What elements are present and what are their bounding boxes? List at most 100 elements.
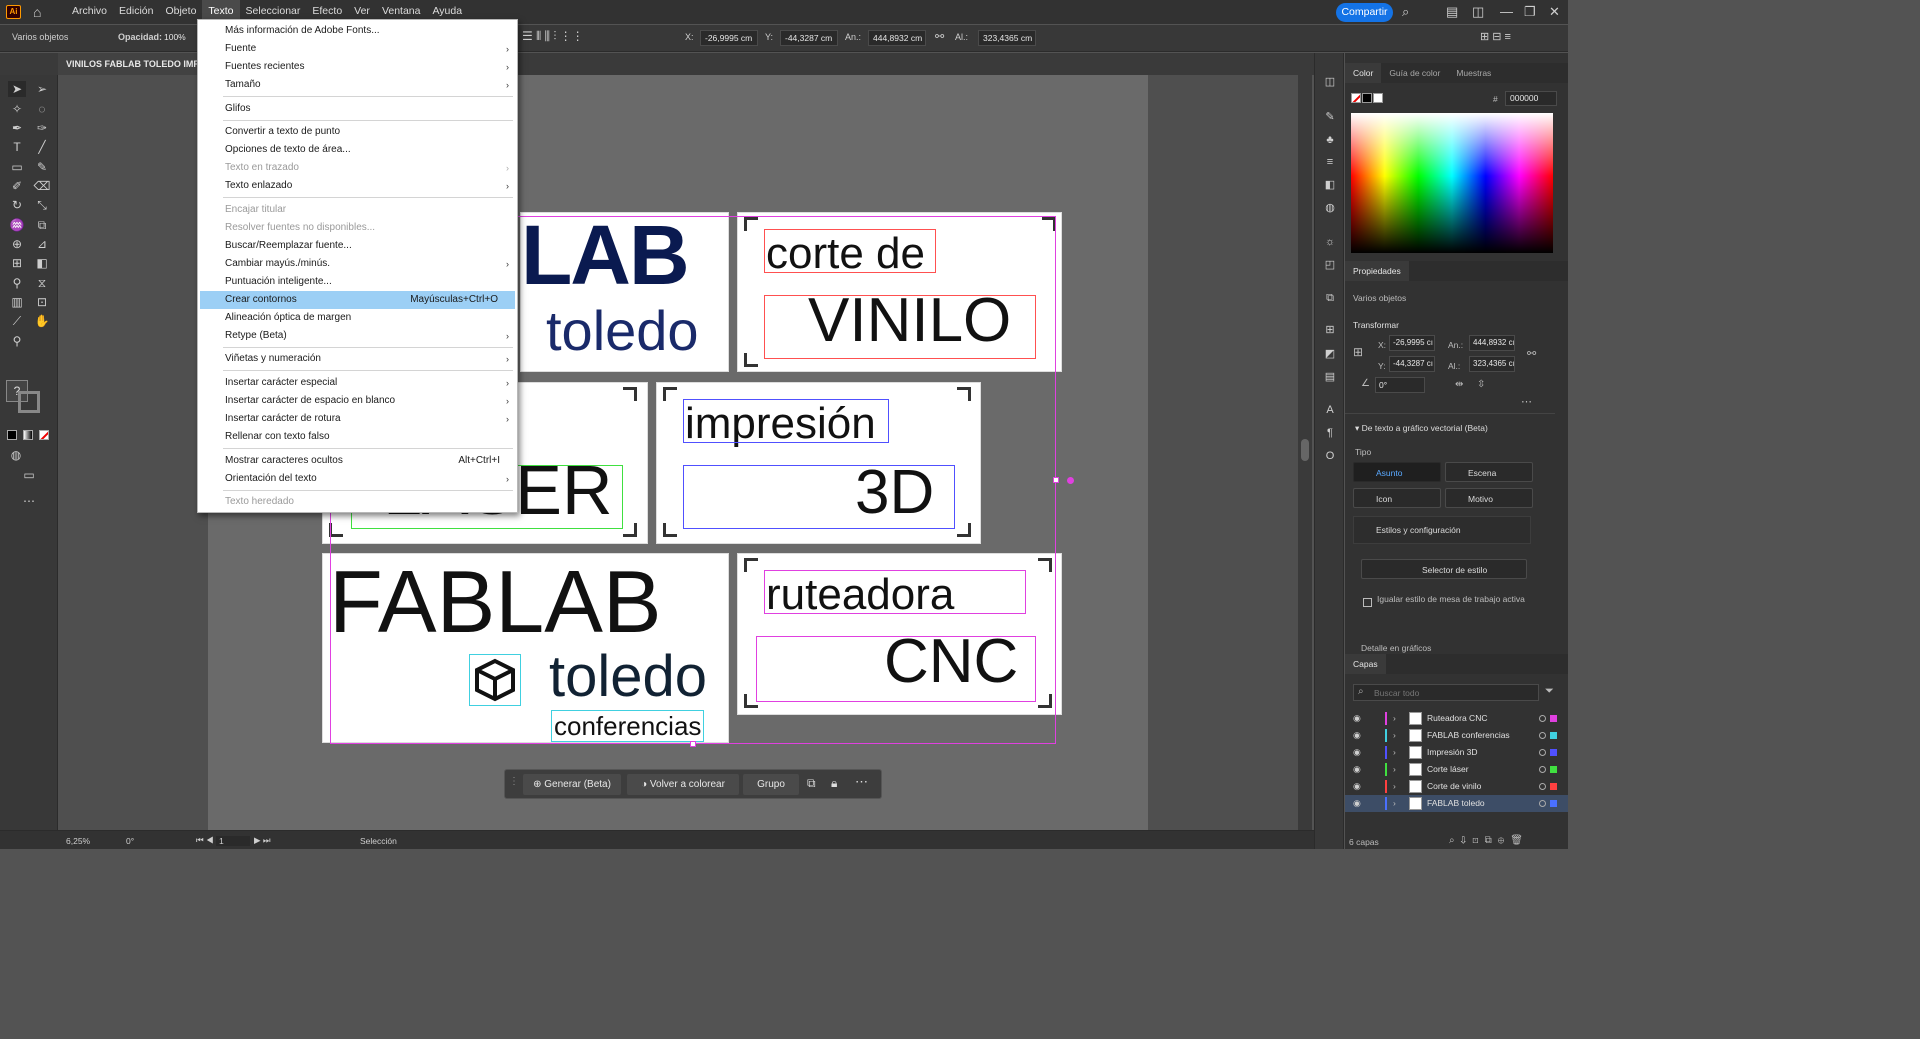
pen-tool-icon[interactable]: ✒ xyxy=(8,120,26,136)
tab-swatches[interactable]: Muestras xyxy=(1448,63,1499,83)
flip-horizontal-icon[interactable]: ⇹ xyxy=(1455,379,1463,390)
pathfinder-icon[interactable]: ◩ xyxy=(1323,347,1337,361)
layer-row[interactable]: ◉ › FABLAB toledo xyxy=(1345,795,1568,812)
canvas-vertical-scrollbar[interactable] xyxy=(1298,75,1312,830)
transparency-icon[interactable]: ◍ xyxy=(1323,201,1337,215)
lasso-icon[interactable]: ◌ xyxy=(33,101,51,117)
hand-tool-icon[interactable]: ✋ xyxy=(33,313,51,329)
slice-tool-icon[interactable]: ⟋ xyxy=(8,313,26,329)
menu-item-caracteres-ocultos[interactable]: Mostrar caracteres ocultos Alt+Ctrl+I xyxy=(198,452,517,470)
menu-archivo[interactable]: Archivo xyxy=(66,0,113,24)
screen-mode-icon[interactable]: ▭ xyxy=(20,467,38,483)
filter-icon[interactable]: ⏷ xyxy=(1545,685,1554,698)
tab-color[interactable]: Color xyxy=(1345,63,1382,83)
visibility-icon[interactable]: ◉ xyxy=(1353,710,1361,727)
chevron-right-icon[interactable]: › xyxy=(1393,744,1396,761)
artboard-tool-icon[interactable]: ⊡ xyxy=(33,294,51,310)
stroke-swatch[interactable] xyxy=(18,391,40,413)
rotate-tool-icon[interactable]: ↻ xyxy=(8,197,26,213)
character-icon[interactable]: A xyxy=(1323,403,1337,417)
layer-row[interactable]: ◉ › Corte láser xyxy=(1345,761,1568,778)
tab-layers[interactable]: Capas xyxy=(1345,654,1386,674)
layer-row[interactable]: ◉ › Corte de vinilo xyxy=(1345,778,1568,795)
align-icon[interactable]: ☰ ⫴ ⫼ ⫶ ⋮⋮ xyxy=(522,29,584,44)
opacity-field[interactable]: 100% xyxy=(160,30,196,46)
align-icon[interactable]: ⊞ xyxy=(1323,323,1337,337)
rotate-handle[interactable] xyxy=(1067,477,1074,484)
link-icon[interactable]: ⚯ xyxy=(935,30,944,43)
graphic-styles-icon[interactable]: ◰ xyxy=(1323,258,1337,272)
zoom-tool-icon[interactable]: ⚲ xyxy=(8,333,26,349)
arrange-icon[interactable]: ◫ xyxy=(1472,4,1484,20)
w-field[interactable]: 444,8932 cm xyxy=(868,30,926,46)
y-field[interactable]: -44,3287 cm xyxy=(780,30,838,46)
menu-item-texto-enlazado[interactable]: Texto enlazado › xyxy=(198,177,517,195)
close-icon[interactable]: ✕ xyxy=(1549,4,1560,20)
minimize-icon[interactable]: — xyxy=(1500,4,1513,19)
chevron-right-icon[interactable]: › xyxy=(1393,778,1396,795)
h-field[interactable]: 323,4365 cm xyxy=(978,30,1036,46)
type-tool-icon[interactable]: T xyxy=(8,139,26,155)
menu-item-espacio-blanco[interactable]: Insertar carácter de espacio en blanco › xyxy=(198,392,517,410)
angle-field[interactable]: 0° xyxy=(1375,377,1425,393)
style-selector-button[interactable]: Selector de estilo xyxy=(1361,559,1527,579)
type-subject-button[interactable]: Asunto xyxy=(1353,462,1441,482)
selection-handle[interactable] xyxy=(1053,477,1059,483)
drag-handle[interactable]: ⋮ xyxy=(509,776,519,794)
scroll-thumb[interactable] xyxy=(1301,439,1309,461)
paragraph-icon[interactable]: ¶ xyxy=(1323,426,1337,440)
eyedropper-icon[interactable]: ⚲ xyxy=(8,275,26,291)
target-icon[interactable] xyxy=(1539,800,1546,807)
rectangle-tool-icon[interactable]: ▭ xyxy=(8,159,26,175)
tab-color-guide[interactable]: Guía de color xyxy=(1381,63,1448,83)
brush-tool-icon[interactable]: ✎ xyxy=(33,159,51,175)
x-field[interactable]: -26,9995 cm xyxy=(700,30,758,46)
symbols-icon[interactable]: ♣ xyxy=(1323,133,1337,147)
target-icon[interactable] xyxy=(1539,749,1546,756)
chevron-right-icon[interactable]: › xyxy=(1393,727,1396,744)
prop-w-field[interactable]: 444,8932 cı xyxy=(1469,335,1515,351)
color-mode-icon[interactable] xyxy=(7,430,17,440)
menu-objeto[interactable]: Objeto xyxy=(159,0,202,24)
more-tools-icon[interactable]: ⋯ xyxy=(20,493,38,509)
share-button[interactable]: Compartir xyxy=(1336,3,1393,22)
perspective-grid-icon[interactable]: ⊿ xyxy=(33,236,51,252)
stroke-icon[interactable]: ≡ xyxy=(1323,155,1337,169)
menu-item-orientacion[interactable]: Orientación del texto › xyxy=(198,470,517,488)
mesh-tool-icon[interactable]: ⊞ xyxy=(8,255,26,271)
menu-item-cambiar-mayus[interactable]: Cambiar mayús./minús. › xyxy=(198,255,517,273)
menu-item-convertir-punto[interactable]: Convertir a texto de punto xyxy=(198,123,517,141)
reference-point-icon[interactable]: ⊞ xyxy=(1353,345,1363,359)
shaper-tool-icon[interactable]: ✐ xyxy=(8,178,26,194)
white-swatch[interactable] xyxy=(1373,93,1383,103)
target-icon[interactable] xyxy=(1539,715,1546,722)
draw-mode-icon[interactable]: ◍ xyxy=(7,447,25,463)
document-tab[interactable]: VINILOS FABLAB TOLEDO IMP xyxy=(58,53,198,75)
hex-input[interactable]: 000000 xyxy=(1505,91,1557,106)
more-options-icon[interactable]: ⋯ xyxy=(855,774,868,790)
chevron-right-icon[interactable]: › xyxy=(1393,710,1396,727)
constrain-link-icon[interactable]: ⚯ xyxy=(1527,347,1536,360)
artboard-nav-prev[interactable]: ⏮ ◀ xyxy=(196,835,214,846)
more-options-icon[interactable]: ⋯ xyxy=(1521,395,1532,408)
generate-beta-button[interactable]: ⊕ Generar (Beta) xyxy=(523,774,621,795)
workspace-icon[interactable]: ▤ xyxy=(1446,4,1458,20)
brushes-icon[interactable]: ✎ xyxy=(1323,110,1337,124)
selection-indicator[interactable] xyxy=(1550,749,1557,756)
menu-item-alineacion-optica[interactable]: Alineación óptica de margen xyxy=(198,309,517,327)
target-icon[interactable] xyxy=(1539,766,1546,773)
visibility-icon[interactable]: ◉ xyxy=(1353,744,1361,761)
gradient-tool-icon[interactable]: ◧ xyxy=(33,255,51,271)
selection-handle[interactable] xyxy=(690,741,696,747)
menu-item-adobe-fonts[interactable]: Más información de Adobe Fonts... xyxy=(198,22,517,40)
menu-item-texto-falso[interactable]: Rellenar con texto falso xyxy=(198,428,517,446)
selection-indicator[interactable] xyxy=(1550,732,1557,739)
blend-tool-icon[interactable]: ⧖ xyxy=(33,275,51,291)
direct-selection-tool-icon[interactable]: ➢ xyxy=(33,81,51,97)
gradient-mode-icon[interactable] xyxy=(23,430,33,440)
text-to-vector-section[interactable]: ▾ De texto a gráfico vectorial (Beta) xyxy=(1355,423,1488,434)
layer-row[interactable]: ◉ › Impresión 3D xyxy=(1345,744,1568,761)
type-scene-button[interactable]: Escena xyxy=(1445,462,1533,482)
artboards-icon[interactable]: ▤ xyxy=(1323,370,1337,384)
transform-icon[interactable]: ⧉ xyxy=(1323,291,1337,305)
